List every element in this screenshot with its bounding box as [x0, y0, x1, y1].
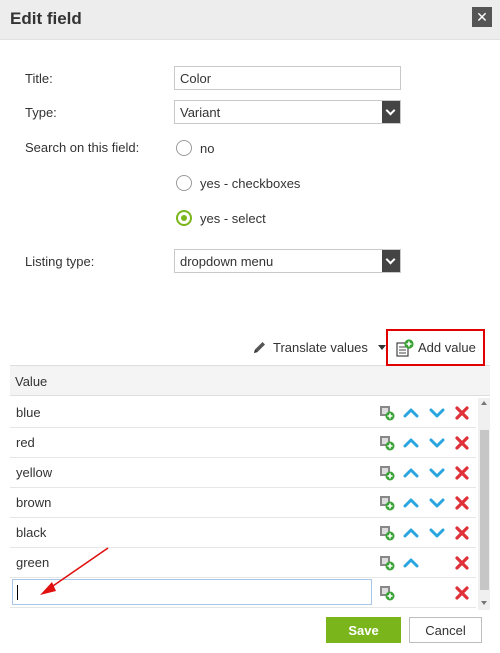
delete-icon[interactable]	[454, 405, 470, 421]
dialog-titlebar: Edit field ✕	[0, 0, 500, 40]
move-up-icon[interactable]	[403, 525, 419, 541]
scrollbar-thumb[interactable]	[480, 430, 489, 590]
chevron-down-icon	[382, 250, 400, 272]
move-down-icon[interactable]	[429, 435, 445, 451]
save-button[interactable]: Save	[326, 617, 401, 643]
value-label: black	[16, 525, 47, 540]
add-value-label: Add value	[418, 340, 476, 355]
radio-selected-icon	[176, 210, 192, 226]
listing-type-select[interactable]: dropdown menu	[174, 249, 401, 273]
values-panel: Translate values Add value Value blue red…	[10, 329, 490, 610]
radio-icon	[176, 140, 192, 156]
type-label: Type:	[25, 105, 57, 120]
type-select-value: Variant	[180, 105, 221, 120]
value-label: red	[16, 435, 35, 450]
value-label: brown	[16, 495, 52, 510]
delete-icon[interactable]	[454, 495, 470, 511]
listing-type-value: dropdown menu	[180, 254, 274, 269]
move-down-icon[interactable]	[429, 525, 445, 541]
move-up-icon[interactable]	[403, 405, 419, 421]
scroll-up-icon[interactable]	[481, 401, 487, 405]
move-up-icon[interactable]	[403, 555, 419, 571]
pencil-icon	[254, 342, 265, 353]
translate-values-label: Translate values	[273, 340, 368, 355]
search-option-label: yes - select	[200, 210, 266, 226]
add-translation-icon[interactable]	[379, 525, 395, 541]
add-translation-icon[interactable]	[379, 405, 395, 421]
values-scrollbar[interactable]	[478, 398, 490, 610]
move-up-icon[interactable]	[403, 495, 419, 511]
caret-down-icon	[377, 345, 386, 350]
search-option-select[interactable]: yes - select	[176, 210, 266, 226]
add-translation-icon[interactable]	[379, 435, 395, 451]
listing-type-label: Listing type:	[25, 254, 95, 269]
value-row[interactable]: black	[10, 518, 476, 548]
title-label: Title:	[25, 71, 53, 86]
dialog-footer: Save Cancel	[0, 610, 500, 653]
value-row[interactable]: green	[10, 548, 476, 578]
new-value-input[interactable]	[12, 579, 372, 605]
value-row[interactable]: brown	[10, 488, 476, 518]
close-icon[interactable]: ✕	[472, 7, 492, 27]
add-document-icon	[396, 338, 414, 357]
search-option-no[interactable]: no	[176, 140, 214, 156]
add-translation-icon[interactable]	[379, 465, 395, 481]
delete-icon[interactable]	[454, 435, 470, 451]
chevron-down-icon	[382, 101, 400, 123]
values-column-header: Value	[10, 366, 490, 396]
value-row[interactable]: red	[10, 428, 476, 458]
scroll-down-icon[interactable]	[481, 601, 487, 605]
radio-icon	[176, 175, 192, 191]
search-option-label: yes - checkboxes	[200, 175, 301, 191]
value-row[interactable]: blue	[10, 398, 476, 428]
delete-icon[interactable]	[454, 585, 470, 601]
dialog-title: Edit field	[10, 9, 82, 28]
translate-values-button[interactable]: Translate values	[252, 340, 386, 355]
cancel-button[interactable]: Cancel	[409, 617, 482, 643]
search-option-checkboxes[interactable]: yes - checkboxes	[176, 175, 300, 191]
delete-icon[interactable]	[454, 465, 470, 481]
text-cursor	[17, 585, 18, 600]
delete-icon[interactable]	[454, 525, 470, 541]
search-option-label: no	[200, 140, 215, 156]
move-up-icon[interactable]	[403, 435, 419, 451]
values-toolbar: Translate values Add value	[10, 329, 490, 366]
move-down-icon[interactable]	[429, 405, 445, 421]
add-translation-icon[interactable]	[379, 555, 395, 571]
move-up-icon[interactable]	[403, 465, 419, 481]
add-value-button[interactable]: Add value	[386, 329, 485, 366]
value-label: green	[16, 555, 50, 570]
move-down-icon[interactable]	[429, 465, 445, 481]
title-input[interactable]: Color	[174, 66, 401, 90]
value-label: blue	[16, 405, 41, 420]
move-down-icon[interactable]	[429, 495, 445, 511]
add-translation-icon[interactable]	[379, 495, 395, 511]
add-translation-icon[interactable]	[379, 585, 395, 601]
delete-icon[interactable]	[454, 555, 470, 571]
value-row[interactable]: yellow	[10, 458, 476, 488]
search-label: Search on this field:	[25, 140, 140, 155]
new-value-row	[10, 578, 476, 608]
value-label: yellow	[16, 465, 53, 480]
type-select[interactable]: Variant	[174, 100, 401, 124]
value-column-label: Value	[15, 374, 48, 389]
